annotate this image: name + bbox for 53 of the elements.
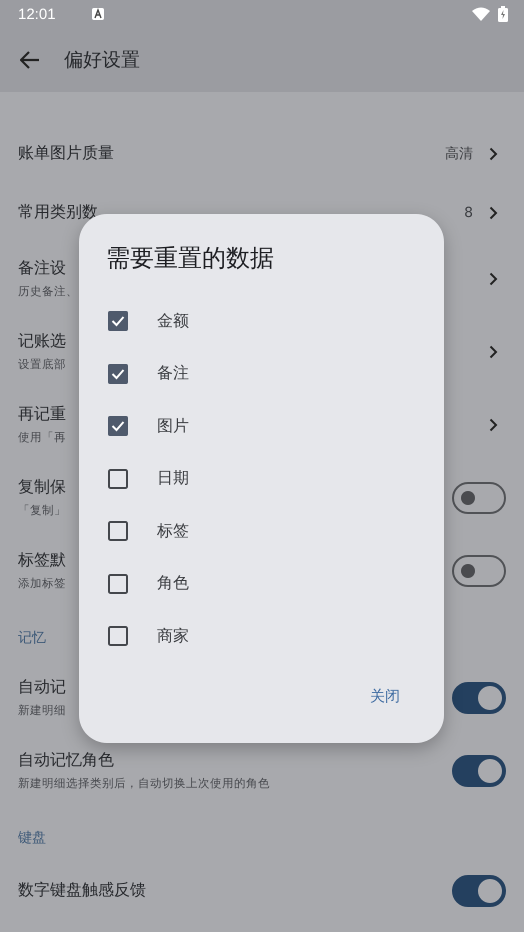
setting-title: 复制保	[18, 477, 66, 498]
setting-description: 历史备注、	[18, 284, 78, 299]
setting-description: 「复制」	[18, 503, 66, 518]
setting-title: 自动记忆角色	[18, 750, 114, 771]
back-arrow-icon[interactable]	[20, 51, 40, 69]
checkbox[interactable]	[108, 416, 128, 436]
wifi-icon	[472, 7, 490, 21]
toggle-switch[interactable]	[452, 754, 506, 786]
checkbox[interactable]	[108, 521, 128, 542]
setting-value: 高清	[445, 144, 473, 162]
setting-description: 新建明细	[18, 703, 66, 718]
option-label: 商家	[157, 626, 189, 647]
setting-description: 设置底部	[18, 357, 66, 372]
chevron-right-icon[interactable]	[489, 146, 498, 160]
setting-title: 自动记	[18, 677, 66, 698]
option-label: 标签	[157, 520, 189, 542]
close-button[interactable]: 关闭	[360, 682, 410, 710]
toggle-switch[interactable]	[452, 682, 506, 714]
toggle-switch[interactable]	[452, 874, 506, 906]
option-label: 角色	[157, 573, 189, 594]
chevron-right-icon[interactable]	[489, 206, 498, 220]
setting-title: 数字键盘触感反馈	[18, 880, 146, 901]
setting-description: 使用「再	[18, 430, 66, 445]
chevron-right-icon[interactable]	[489, 418, 498, 432]
toggle-switch[interactable]	[452, 554, 506, 586]
setting-description: 添加标签	[18, 576, 66, 591]
option-label: 日期	[157, 468, 189, 490]
section-header: 键盘	[18, 829, 46, 847]
option-label: 图片	[157, 416, 189, 437]
checkbox[interactable]	[108, 626, 128, 646]
setting-title: 标签默	[18, 550, 66, 571]
setting-title: 再记重	[18, 404, 66, 425]
setting-value: 8	[464, 204, 473, 220]
battery-icon	[498, 6, 508, 22]
setting-title: 备注设	[18, 258, 66, 279]
status-time: 12:01	[18, 6, 56, 22]
option-label: 备注	[157, 363, 189, 384]
checkbox[interactable]	[108, 574, 128, 594]
setting-title: 常用类别数	[18, 202, 98, 223]
checkbox[interactable]	[108, 468, 128, 489]
toggle-switch[interactable]	[452, 482, 506, 514]
option-label: 金额	[157, 310, 189, 332]
section-header: 记忆	[18, 629, 46, 647]
page-title: 偏好设置	[64, 48, 140, 73]
checkbox[interactable]	[108, 364, 128, 384]
dialog-title: 需要重置的数据	[106, 243, 275, 274]
chevron-right-icon[interactable]	[489, 344, 498, 358]
setting-title: 账单图片质量	[18, 143, 114, 164]
notification-icon	[92, 8, 104, 20]
checkbox[interactable]	[108, 311, 128, 332]
chevron-right-icon[interactable]	[489, 272, 498, 286]
setting-description: 新建明细选择类别后，自动切换上次使用的角色	[18, 776, 270, 791]
setting-title: 记账选	[18, 331, 66, 352]
